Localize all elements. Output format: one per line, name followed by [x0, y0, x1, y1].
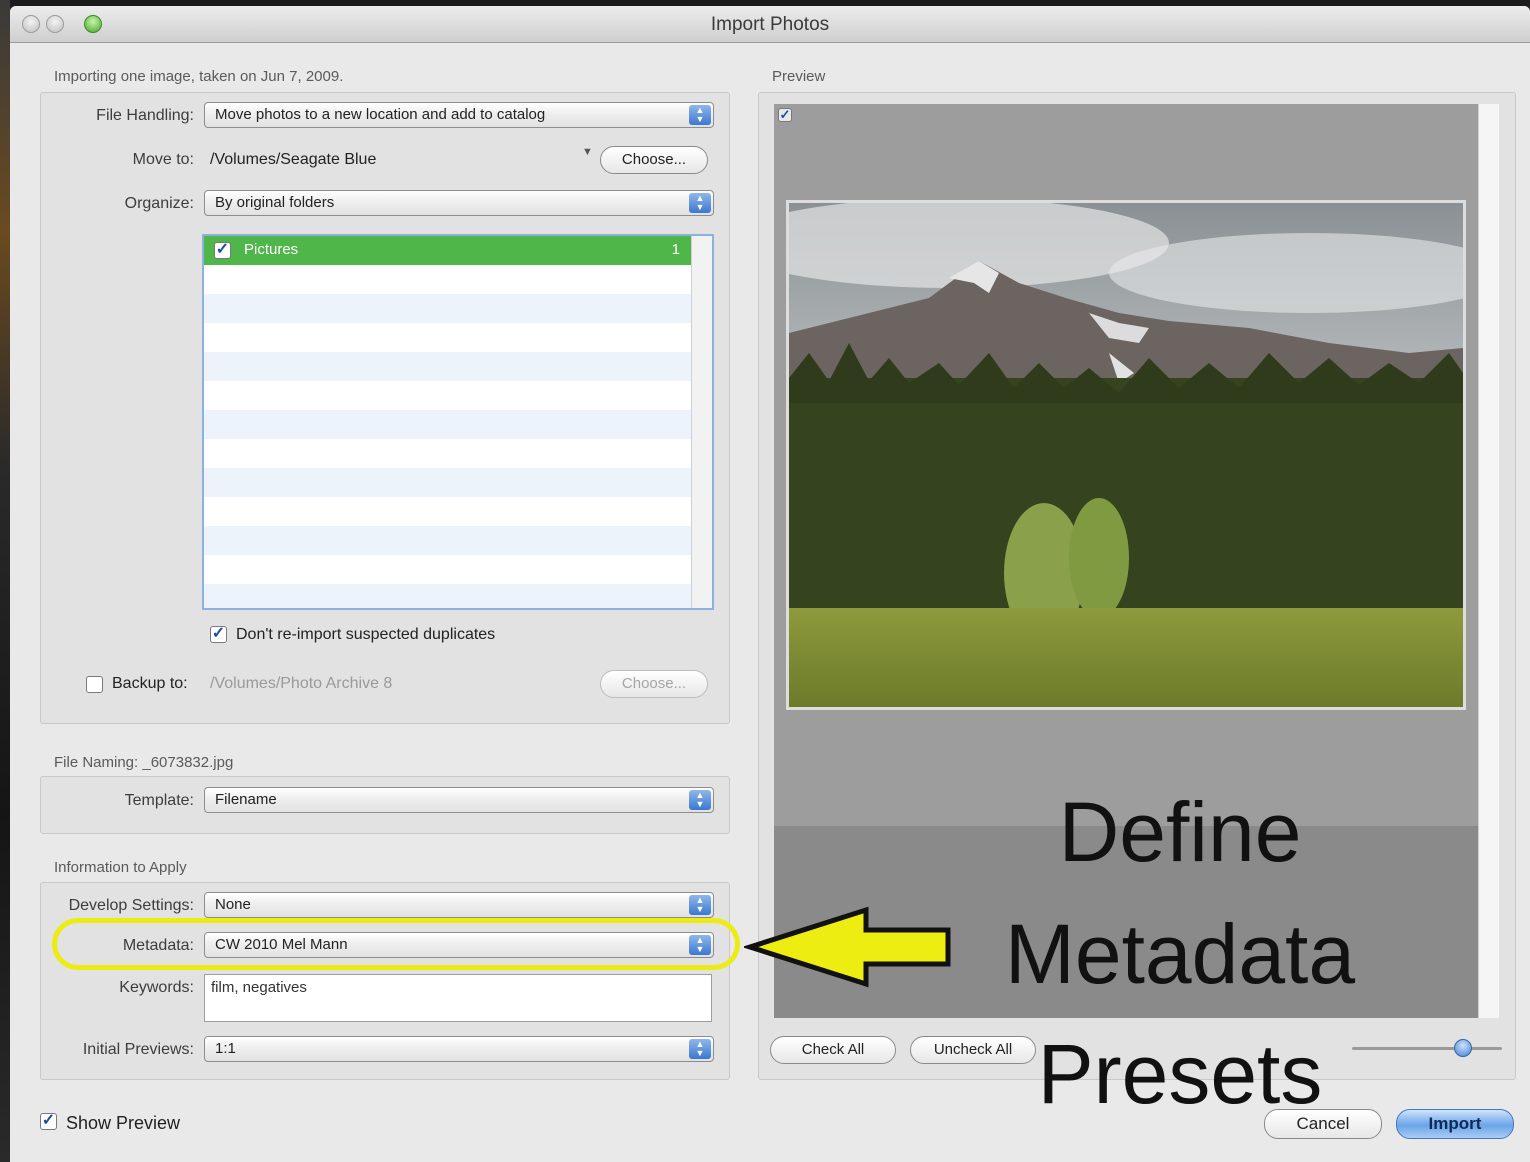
background-strip	[0, 0, 10, 1162]
import-button[interactable]: Import	[1396, 1109, 1514, 1139]
keywords-label: Keywords:	[119, 979, 194, 996]
folder-count: 1	[671, 241, 680, 258]
list-row	[204, 265, 712, 294]
organize-value: By original folders	[215, 194, 335, 211]
list-row	[204, 352, 712, 381]
move-to-choose-button[interactable]: Choose...	[600, 146, 708, 174]
develop-settings-value: None	[215, 896, 251, 913]
folder-row-pictures[interactable]: ✓ Pictures 1	[204, 236, 712, 265]
list-row	[204, 526, 712, 555]
show-preview-checkbox[interactable]: ✓	[40, 1113, 57, 1130]
list-row	[204, 410, 712, 439]
template-value: Filename	[215, 791, 277, 808]
import-photos-dialog: Import Photos Importing one image, taken…	[10, 6, 1530, 1162]
title-bar: Import Photos	[10, 6, 1530, 43]
backup-checkbox[interactable]	[86, 676, 103, 693]
list-row	[204, 323, 712, 352]
list-row	[204, 439, 712, 468]
updown-arrows-icon: ▲ ▼	[689, 193, 711, 213]
folder-checkbox[interactable]: ✓	[214, 242, 231, 259]
file-handling-label: File Handling:	[96, 107, 194, 124]
list-row	[204, 555, 712, 584]
backup-label: Backup to:	[112, 675, 188, 692]
file-handling-select[interactable]: Move photos to a new location and add to…	[204, 102, 714, 128]
left-arrow-icon	[744, 906, 951, 988]
list-row	[204, 584, 712, 608]
template-label: Template:	[124, 792, 194, 809]
initial-previews-label: Initial Previews:	[82, 1041, 194, 1058]
dont-reimport-label: Don't re-import suspected duplicates	[236, 626, 496, 643]
updown-arrows-icon: ▲ ▼	[689, 895, 711, 915]
folder-name: Pictures	[244, 241, 299, 258]
develop-settings-select[interactable]: None ▲ ▼	[204, 892, 714, 918]
annotation-line-1: Define	[1058, 785, 1302, 879]
develop-settings-label: Develop Settings:	[68, 897, 194, 914]
import-summary: Importing one image, taken on Jun 7, 200…	[54, 68, 344, 85]
preview-scrollbar[interactable]	[1478, 104, 1499, 1018]
window-title: Import Photos	[710, 14, 830, 35]
slider-thumb[interactable]	[1454, 1039, 1472, 1057]
annotation-line-2: Metadata	[1004, 907, 1356, 1001]
backup-choose-button[interactable]: Choose...	[600, 670, 708, 698]
preview-header: Preview	[772, 68, 826, 85]
organize-select[interactable]: By original folders ▲ ▼	[204, 190, 714, 216]
initial-previews-select[interactable]: 1:1 ▲ ▼	[204, 1036, 714, 1062]
file-handling-value: Move photos to a new location and add to…	[215, 106, 546, 123]
dont-reimport-checkbox[interactable]: ✓	[210, 626, 227, 643]
updown-arrows-icon: ▲ ▼	[689, 1039, 711, 1059]
file-naming-header: File Naming: _6073832.jpg	[54, 754, 234, 771]
info-apply-header: Information to Apply	[54, 859, 187, 876]
metadata-highlight-ring	[52, 918, 740, 970]
show-preview-label: Show Preview	[66, 1113, 181, 1133]
list-row	[204, 294, 712, 323]
organize-label: Organize:	[124, 195, 194, 212]
check-all-button[interactable]: Check All	[770, 1036, 896, 1064]
annotation-line-3: Presets	[1037, 1027, 1323, 1121]
mountain-landscape-image	[789, 203, 1463, 707]
list-row	[204, 468, 712, 497]
initial-previews-value: 1:1	[215, 1040, 236, 1057]
folder-list-scrollbar[interactable]	[691, 236, 712, 608]
thumbnail-checkbox[interactable]: ✓	[778, 108, 792, 122]
preview-thumbnail[interactable]	[786, 200, 1466, 710]
folder-list[interactable]: ✓ Pictures 1	[202, 234, 714, 610]
template-select[interactable]: Filename ▲ ▼	[204, 787, 714, 813]
updown-arrows-icon: ▲ ▼	[689, 105, 711, 125]
list-row	[204, 497, 712, 526]
updown-arrows-icon: ▲ ▼	[689, 790, 711, 810]
backup-path: /Volumes/Photo Archive 8	[210, 675, 393, 692]
list-row	[204, 381, 712, 410]
move-to-label: Move to:	[132, 151, 194, 168]
recent-paths-dropdown-icon[interactable]: ▼	[582, 146, 593, 158]
move-to-path: /Volumes/Seagate Blue	[210, 151, 377, 168]
keywords-field[interactable]: film, negatives	[204, 974, 712, 1022]
